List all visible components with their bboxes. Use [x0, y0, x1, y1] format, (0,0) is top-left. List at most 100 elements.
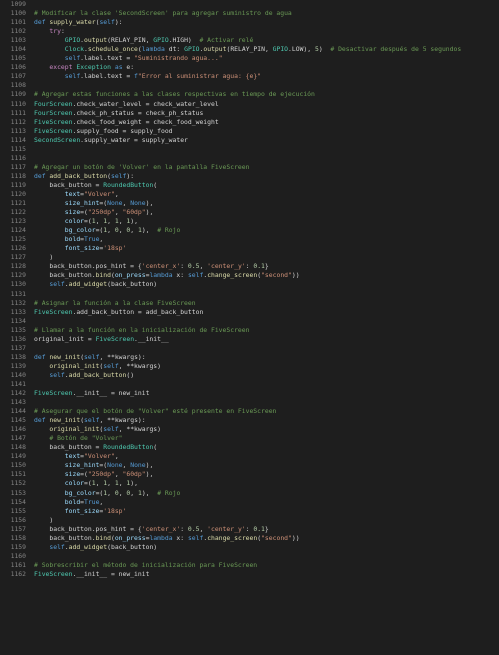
code-line[interactable]: 1137	[0, 344, 499, 353]
code-line[interactable]: 1147 # Botón de "Volver"	[0, 434, 499, 443]
code-line[interactable]: 1139 original_init(self, **kwargs)	[0, 362, 499, 371]
code-text: )	[34, 515, 54, 524]
code-text: FiveScreen.__init__ = new_init	[34, 569, 150, 578]
code-line[interactable]: 1107 self.label.text = f"Error al sumini…	[0, 72, 499, 81]
line-number: 1156	[10, 515, 26, 524]
code-line[interactable]: 1115	[0, 145, 499, 154]
code-line[interactable]: 1103 GPIO.output(RELAY_PIN, GPIO.HIGH) #…	[0, 36, 499, 45]
code-text: back_button = RoundedButton(	[34, 443, 158, 452]
code-line[interactable]: 1112 FiveScreen.check_food_weight = check…	[0, 118, 499, 127]
code-editor[interactable]: 1099 1100 # Modificar la clase 'SecondScre…	[0, 0, 499, 655]
code-line[interactable]: 1110 FourScreen.check_water_level = check…	[0, 100, 499, 109]
code-line[interactable]: 1145 def new_init(self, **kwargs):	[0, 416, 499, 425]
code-line[interactable]: 1134	[0, 317, 499, 326]
code-line[interactable]: 1118 def add_back_button(self):	[0, 172, 499, 181]
code-line[interactable]: 1155 font_size='18sp'	[0, 507, 499, 516]
code-line[interactable]: 1120 text="Volver",	[0, 190, 499, 199]
code-text: # Botón de "Volver"	[49, 434, 123, 443]
code-text: FourScreen.check_ph_status = check_ph_st…	[34, 108, 204, 117]
line-number: 1109	[10, 90, 26, 99]
code-line[interactable]: 1129 back_button.bind(on_press=lambda x:…	[0, 271, 499, 280]
code-line[interactable]: 1156 )	[0, 516, 499, 525]
line-number: 1152	[10, 479, 26, 488]
code-text: original_init(self, **kwargs)	[49, 425, 161, 434]
code-line[interactable]: 1154 bold=True,	[0, 498, 499, 507]
line-number: 1130	[10, 280, 26, 289]
code-line[interactable]: 1125 bold=True,	[0, 235, 499, 244]
code-line[interactable]: 1160	[0, 552, 499, 561]
code-line[interactable]: 1114 SecondScreen.supply_water = supply_w…	[0, 136, 499, 145]
code-line[interactable]: 1138 def new_init(self, **kwargs):	[0, 353, 499, 362]
code-line[interactable]: 1130 self.add_widget(back_button)	[0, 280, 499, 289]
line-number: 1114	[10, 135, 26, 144]
code-line[interactable]: 1132 # Asignar la función a la clase Five…	[0, 299, 499, 308]
code-line[interactable]: 1153 bg_color=(1, 0, 0, 1), # Rojo	[0, 489, 499, 498]
code-line[interactable]: 1111 FourScreen.check_ph_status = check_p…	[0, 109, 499, 118]
line-number: 1153	[10, 488, 26, 497]
code-line[interactable]: 1135 # Llamar a la función en la iniciali…	[0, 326, 499, 335]
code-line[interactable]: 1121 size_hint=(None, None),	[0, 199, 499, 208]
code-line[interactable]: 1105 self.label.text = "Suministrando ag…	[0, 54, 499, 63]
code-line[interactable]: 1100 # Modificar la clase 'SecondScreen' …	[0, 9, 499, 18]
code-line[interactable]: 1162 FiveScreen.__init__ = new_init	[0, 570, 499, 579]
code-line[interactable]: 1127 )	[0, 253, 499, 262]
code-line[interactable]: 1123 color=(1, 1, 1, 1),	[0, 217, 499, 226]
code-line[interactable]: 1124 bg_color=(1, 0, 0, 1), # Rojo	[0, 226, 499, 235]
line-number: 1150	[10, 461, 26, 470]
line-number: 1113	[10, 126, 26, 135]
code-line[interactable]: 1150 size_hint=(None, None),	[0, 461, 499, 470]
code-line[interactable]: 1148 back_button = RoundedButton(	[0, 443, 499, 452]
line-number: 1105	[10, 54, 26, 63]
code-line[interactable]: 1116	[0, 154, 499, 163]
code-text: text="Volver",	[64, 452, 119, 461]
code-text: # Modificar la clase 'SecondScreen' para…	[34, 9, 292, 18]
code-line[interactable]: 1119 back_button = RoundedButton(	[0, 181, 499, 190]
line-number: 1121	[10, 199, 26, 208]
code-line[interactable]: 1136 original_init = FiveScreen.__init__	[0, 335, 499, 344]
code-line[interactable]: 1143	[0, 398, 499, 407]
code-line[interactable]: 1099	[0, 0, 499, 9]
code-line[interactable]: 1144 # Asegurar que el botón de "Volver" …	[0, 407, 499, 416]
line-number: 1146	[10, 425, 26, 434]
line-number: 1151	[10, 470, 26, 479]
code-line[interactable]: 1149 text="Volver",	[0, 452, 499, 461]
code-line[interactable]: 1117 # Agregar un botón de 'Volver' en la…	[0, 163, 499, 172]
line-number: 1111	[10, 108, 26, 117]
code-line[interactable]: 1109 # Agregar estas funciones a las clas…	[0, 90, 499, 99]
line-number: 1159	[10, 542, 26, 551]
code-line[interactable]: 1151 size=("250dp", "60dp"),	[0, 470, 499, 479]
line-number: 1143	[10, 398, 26, 407]
code-line[interactable]: 1128 back_button.pos_hint = {'center_x':…	[0, 262, 499, 271]
code-line[interactable]: 1157 back_button.pos_hint = {'center_x':…	[0, 525, 499, 534]
code-line[interactable]: 1113 FiveScreen.supply_food = supply_food	[0, 127, 499, 136]
line-number: 1104	[10, 45, 26, 54]
code-text: bg_color=(1, 0, 0, 1), # Rojo	[64, 226, 181, 235]
line-number: 1134	[10, 316, 26, 325]
code-line[interactable]: 1102 try:	[0, 27, 499, 36]
code-line[interactable]: 1152 color=(1, 1, 1, 1),	[0, 479, 499, 488]
code-line[interactable]: 1126 font_size='18sp'	[0, 244, 499, 253]
line-number: 1108	[10, 81, 26, 90]
code-line[interactable]: 1146 original_init(self, **kwargs)	[0, 425, 499, 434]
code-text: color=(1, 1, 1, 1),	[64, 217, 138, 226]
line-number: 1132	[10, 298, 26, 307]
code-line[interactable]: 1104 Clock.schedule_once(lambda dt: GPIO…	[0, 45, 499, 54]
line-number: 1102	[10, 27, 26, 36]
code-line[interactable]: 1140 self.add_back_button()	[0, 371, 499, 380]
code-line[interactable]: 1133 FiveScreen.add_back_button = add_bac…	[0, 308, 499, 317]
code-text: def new_init(self, **kwargs):	[34, 416, 146, 425]
line-number: 1120	[10, 189, 26, 198]
code-line[interactable]: 1122 size=("250dp", "60dp"),	[0, 208, 499, 217]
code-line[interactable]: 1108	[0, 81, 499, 90]
code-line[interactable]: 1131	[0, 290, 499, 299]
code-line[interactable]: 1141	[0, 380, 499, 389]
code-line[interactable]: 1161 # Sobrescribir el método de iniciali…	[0, 561, 499, 570]
code-text: self.add_widget(back_button)	[49, 542, 158, 551]
code-line[interactable]: 1106 except Exception as e:	[0, 63, 499, 72]
line-number: 1123	[10, 217, 26, 226]
code-line[interactable]: 1159 self.add_widget(back_button)	[0, 543, 499, 552]
code-line[interactable]: 1158 back_button.bind(on_press=lambda x:…	[0, 534, 499, 543]
code-line[interactable]: 1142 FiveScreen.__init__ = new_init	[0, 389, 499, 398]
code-text: # Agregar un botón de 'Volver' en la pan…	[34, 162, 250, 171]
code-line[interactable]: 1101 def supply_water(self):	[0, 18, 499, 27]
